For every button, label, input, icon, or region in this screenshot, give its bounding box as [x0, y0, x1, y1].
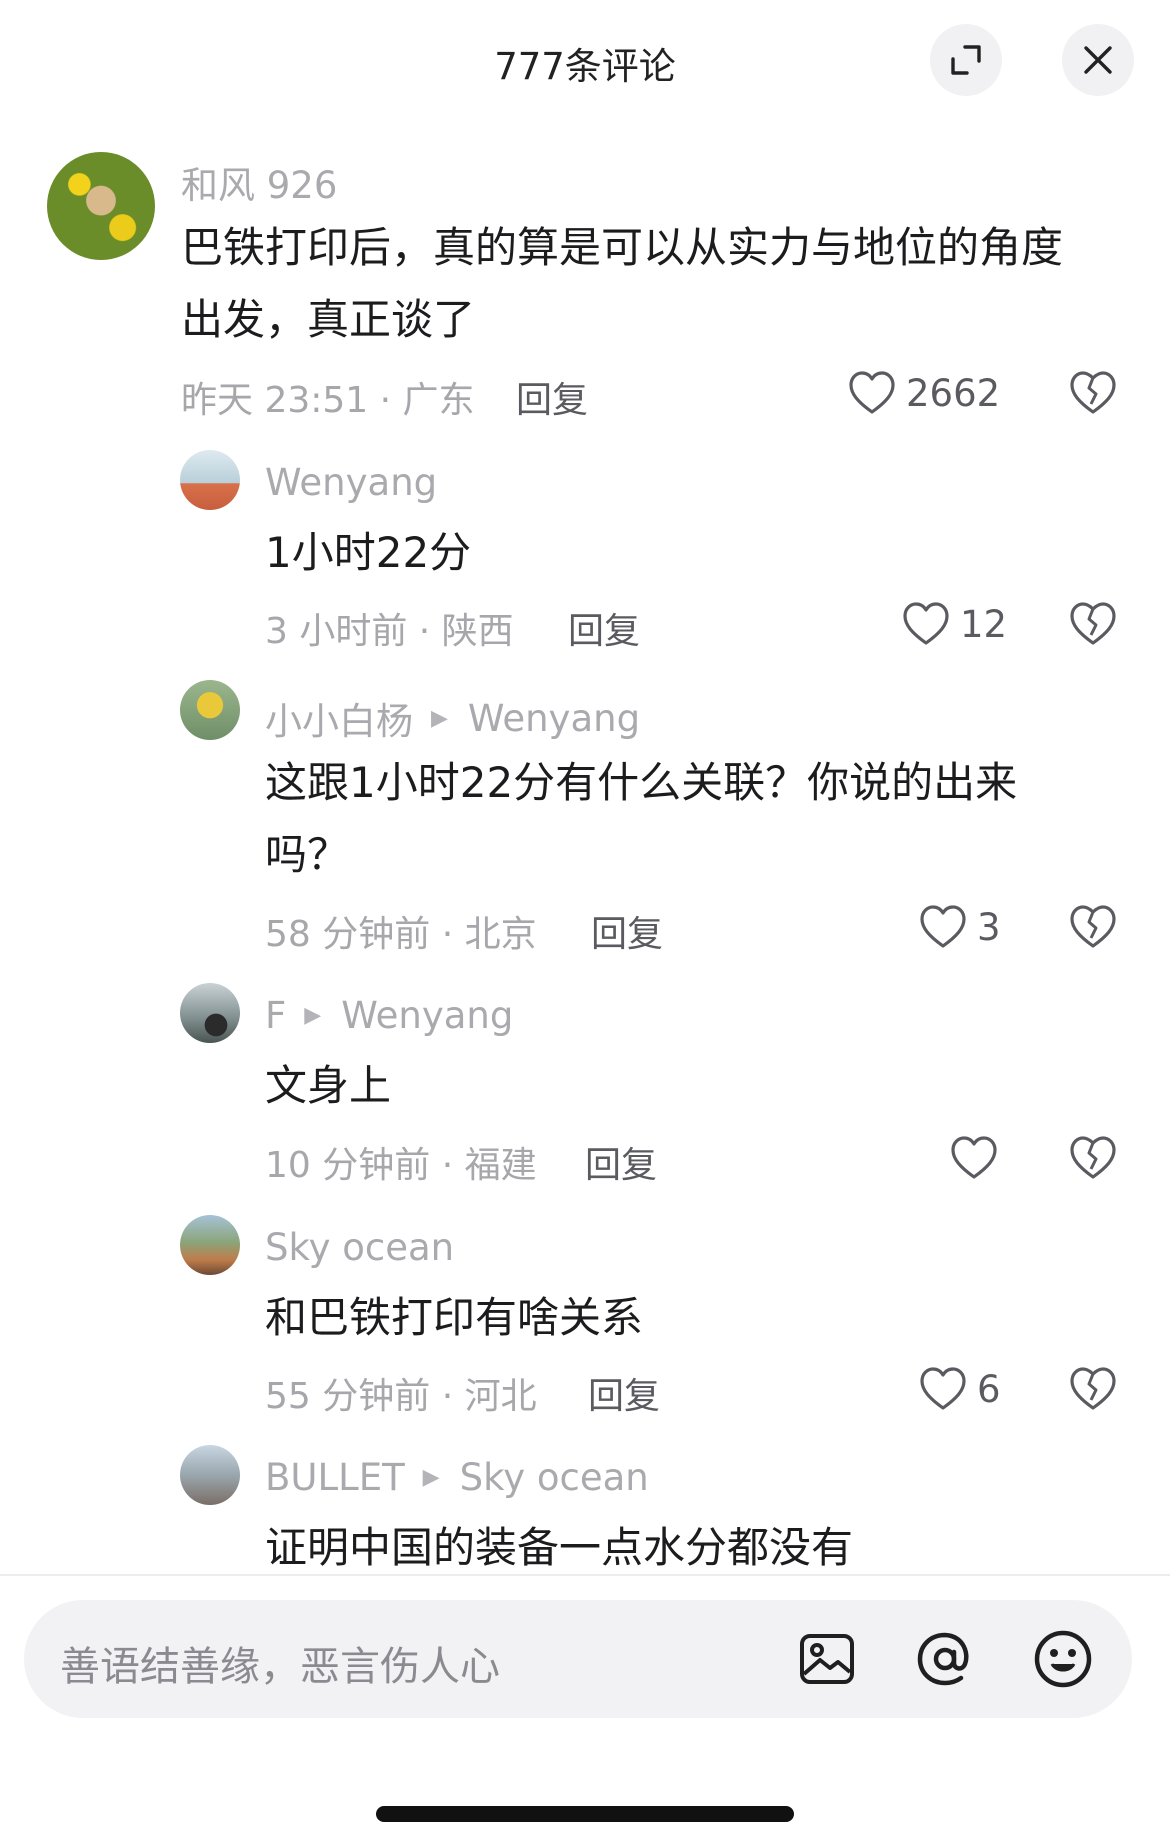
dislike-icon[interactable] — [1068, 599, 1118, 649]
dislike-icon[interactable] — [1068, 1364, 1118, 1414]
expand-button[interactable] — [930, 24, 1002, 96]
like-button[interactable] — [950, 1133, 1008, 1183]
reply-to-username[interactable]: Wenyang — [468, 697, 640, 740]
reply-arrow-icon: ▶ — [304, 1003, 322, 1028]
comment-text-line: 这跟1小时22分有什么关联？你说的出来 — [265, 758, 1018, 807]
like-button[interactable]: 3 — [919, 902, 1001, 952]
reply-arrow-icon: ▶ — [422, 1465, 440, 1490]
comment-text-line: 巴铁打印后，真的算是可以从实力与地位的角度 — [181, 223, 1064, 272]
close-icon — [1084, 46, 1112, 74]
home-indicator[interactable] — [376, 1806, 794, 1822]
reply-button[interactable]: 回复 — [585, 1136, 657, 1188]
heart-icon — [951, 1136, 997, 1179]
heart-icon — [920, 1367, 966, 1410]
heart-icon — [903, 602, 949, 645]
avatar[interactable] — [180, 450, 240, 510]
comment-input-bar[interactable]: 善语结善缘，恶言伤人心 — [24, 1600, 1132, 1718]
comment-text-line: 出发，真正谈了 — [181, 295, 476, 344]
comment-username[interactable]: Sky ocean — [265, 1226, 454, 1269]
reply-arrow-icon: ▶ — [431, 705, 448, 731]
input-divider — [0, 1574, 1170, 1576]
reply-button[interactable]: 回复 — [591, 905, 663, 957]
like-button[interactable]: 12 — [902, 599, 1007, 649]
comment-username[interactable]: 小小白杨 ▶ Wenyang — [265, 691, 640, 745]
dislike-icon[interactable] — [1068, 368, 1118, 418]
expand-icon — [951, 45, 981, 75]
like-count: 6 — [977, 1367, 1001, 1411]
comment-username[interactable]: Wenyang — [265, 461, 437, 504]
comment-meta: 10 分钟前 · 福建 — [265, 1145, 537, 1186]
comment-meta: 3 小时前 · 陕西 — [265, 611, 514, 652]
at-icon[interactable] — [912, 1626, 978, 1692]
emoji-icon[interactable] — [1030, 1626, 1096, 1692]
comment-meta: 58 分钟前 · 北京 — [265, 914, 537, 955]
comment-username[interactable]: 和风 926 — [181, 155, 337, 209]
reply-button[interactable]: 回复 — [516, 371, 588, 423]
comment-text-line: 文身上 — [265, 1061, 392, 1110]
comment-text-line: 吗？ — [265, 830, 350, 879]
heart-icon — [920, 905, 966, 948]
heart-icon — [849, 371, 895, 414]
like-button[interactable]: 2662 — [848, 368, 1000, 418]
comment-username[interactable]: BULLET ▶ Sky ocean — [265, 1456, 649, 1499]
comment-text-line: 1小时22分 — [265, 528, 472, 577]
comment-meta: 55 分钟前 · 河北 — [265, 1376, 537, 1417]
like-button[interactable]: 6 — [919, 1364, 1001, 1414]
reply-to-username[interactable]: Sky ocean — [460, 1456, 649, 1499]
avatar[interactable] — [180, 680, 240, 740]
like-count: 3 — [977, 905, 1001, 949]
comment-text-line: 和巴铁打印有啥关系 — [265, 1293, 644, 1342]
avatar[interactable] — [47, 152, 155, 260]
like-count: 2662 — [906, 371, 1001, 415]
reply-button[interactable]: 回复 — [568, 602, 640, 654]
reply-button[interactable]: 回复 — [588, 1367, 660, 1419]
dislike-icon[interactable] — [1068, 1133, 1118, 1183]
close-button[interactable] — [1062, 24, 1134, 96]
comment-input-placeholder[interactable]: 善语结善缘，恶言伤人心 — [60, 1634, 500, 1692]
avatar[interactable] — [180, 983, 240, 1043]
dislike-icon[interactable] — [1068, 902, 1118, 952]
image-icon[interactable] — [794, 1626, 860, 1692]
comment-meta: 昨天 23:51 · 广东 — [181, 380, 475, 421]
comments-header: 777条评论 — [0, 0, 1170, 120]
avatar[interactable] — [180, 1215, 240, 1275]
like-count: 12 — [960, 602, 1008, 646]
avatar[interactable] — [180, 1445, 240, 1505]
comment-username[interactable]: F ▶ Wenyang — [265, 994, 513, 1037]
reply-to-username[interactable]: Wenyang — [341, 994, 513, 1037]
